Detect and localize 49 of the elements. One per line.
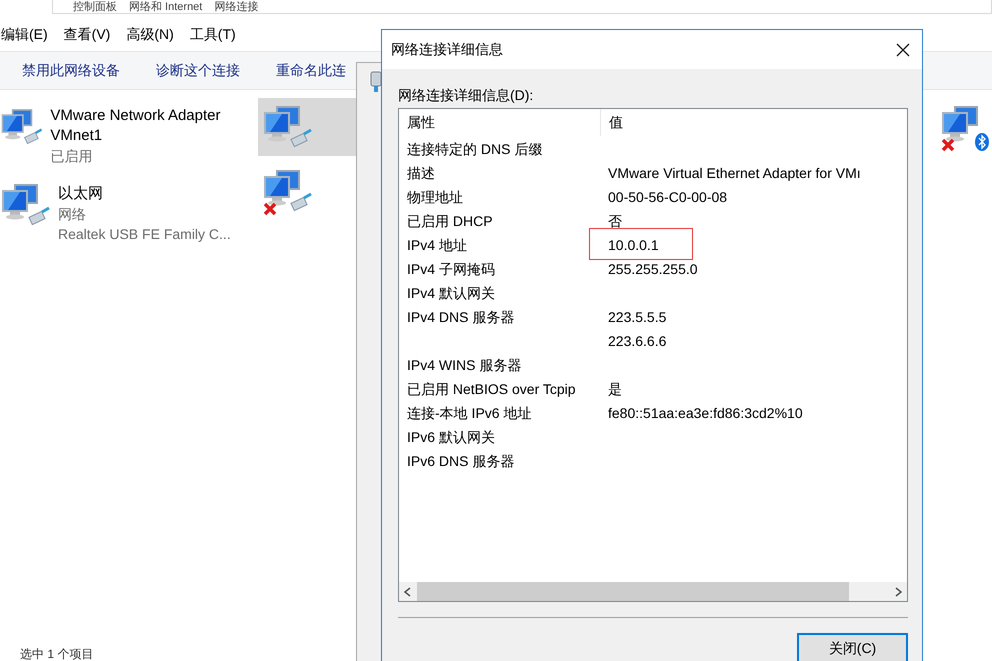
menu-item[interactable]: 查看(V)	[64, 24, 110, 45]
value-cell-text: 223.6.6.6	[607, 332, 666, 350]
property-cell-text: 描述	[406, 164, 436, 182]
adapter-detail: 已启用	[50, 147, 94, 166]
value-cell-text: fe80::51aa:ea3e:fd86:3cd2%10	[607, 404, 803, 422]
value-cell-text: 223.5.5.5	[607, 308, 666, 326]
breadcrumb-item[interactable]: 网络和 Internet	[129, 1, 202, 13]
adapter-item[interactable]: 以太网 网络 Realtek USB FE Family C...	[0, 176, 246, 248]
network-plug-icon	[370, 71, 382, 93]
value-cell-text: 00-50-56-C0-00-08	[607, 188, 728, 206]
property-cell-text: 物理地址	[406, 188, 464, 206]
property-cell-text: 已启用 NetBIOS over Tcpip	[406, 380, 577, 399]
address-bar[interactable]: 控制面板 网络和 Internet 网络连接	[52, 0, 992, 14]
list-label: 网络连接详细信息(D):	[398, 86, 534, 104]
breadcrumb-item[interactable]: 网络连接	[214, 1, 258, 13]
toolbar-button[interactable]: 禁用此网络设备	[22, 60, 120, 81]
property-cell-text: IPv4 DNS 服务器	[406, 308, 516, 326]
close-button[interactable]: 关闭(C)	[797, 633, 908, 661]
adapter-name: 以太网	[58, 184, 104, 204]
property-cell-text: IPv4 WINS 服务器	[406, 356, 522, 374]
property-cell-text: IPv6 DNS 服务器	[406, 452, 516, 470]
adapter-item[interactable]	[258, 98, 358, 156]
column-header[interactable]: 值	[601, 112, 623, 133]
value-cell-text: 是	[607, 380, 622, 398]
breadcrumb-item[interactable]: 控制面板	[73, 1, 117, 13]
column-header[interactable]: 属性	[399, 109, 601, 136]
adapter-item[interactable]: VMware Network Adapter VMnet1 已启用	[0, 98, 246, 170]
value-cell-text: 255.255.255.0	[607, 260, 698, 278]
menu-item[interactable]: 工具(T)	[190, 24, 236, 45]
property-cell-text: 已启用 DHCP	[406, 212, 494, 230]
close-icon[interactable]	[896, 42, 910, 56]
property-cell-text: IPv6 默认网关	[406, 428, 496, 446]
dialog-title: 网络连接详细信息	[391, 40, 503, 59]
property-cell-text: IPv4 默认网关	[406, 284, 496, 302]
adapter-detail: Realtek USB FE Family C...	[58, 225, 231, 244]
toolbar-button[interactable]: 诊断这个连接	[156, 60, 240, 81]
adapter-name: VMware Network Adapter VMnet1	[50, 106, 222, 146]
property-cell-text: IPv4 地址	[406, 236, 468, 254]
value-cell-text: 否	[607, 212, 622, 230]
value-cell-text: 10.0.0.1	[607, 236, 659, 254]
property-cell-text: IPv4 子网掩码	[406, 260, 496, 278]
property-cell-text: 连接-本地 IPv6 地址	[406, 404, 532, 422]
menu-item[interactable]: 高级(N)	[126, 24, 174, 45]
toolbar-button[interactable]: 重命名此连	[276, 60, 346, 81]
value-cell-text: VMware Virtual Ethernet Adapter for VMı	[607, 164, 861, 183]
status-bar-text: 选中 1 个项目	[20, 647, 94, 661]
menu-item[interactable]: 编辑(E)	[1, 24, 48, 45]
property-cell-text: 连接特定的 DNS 后缀	[406, 140, 544, 158]
adapter-detail: 网络	[58, 205, 87, 224]
